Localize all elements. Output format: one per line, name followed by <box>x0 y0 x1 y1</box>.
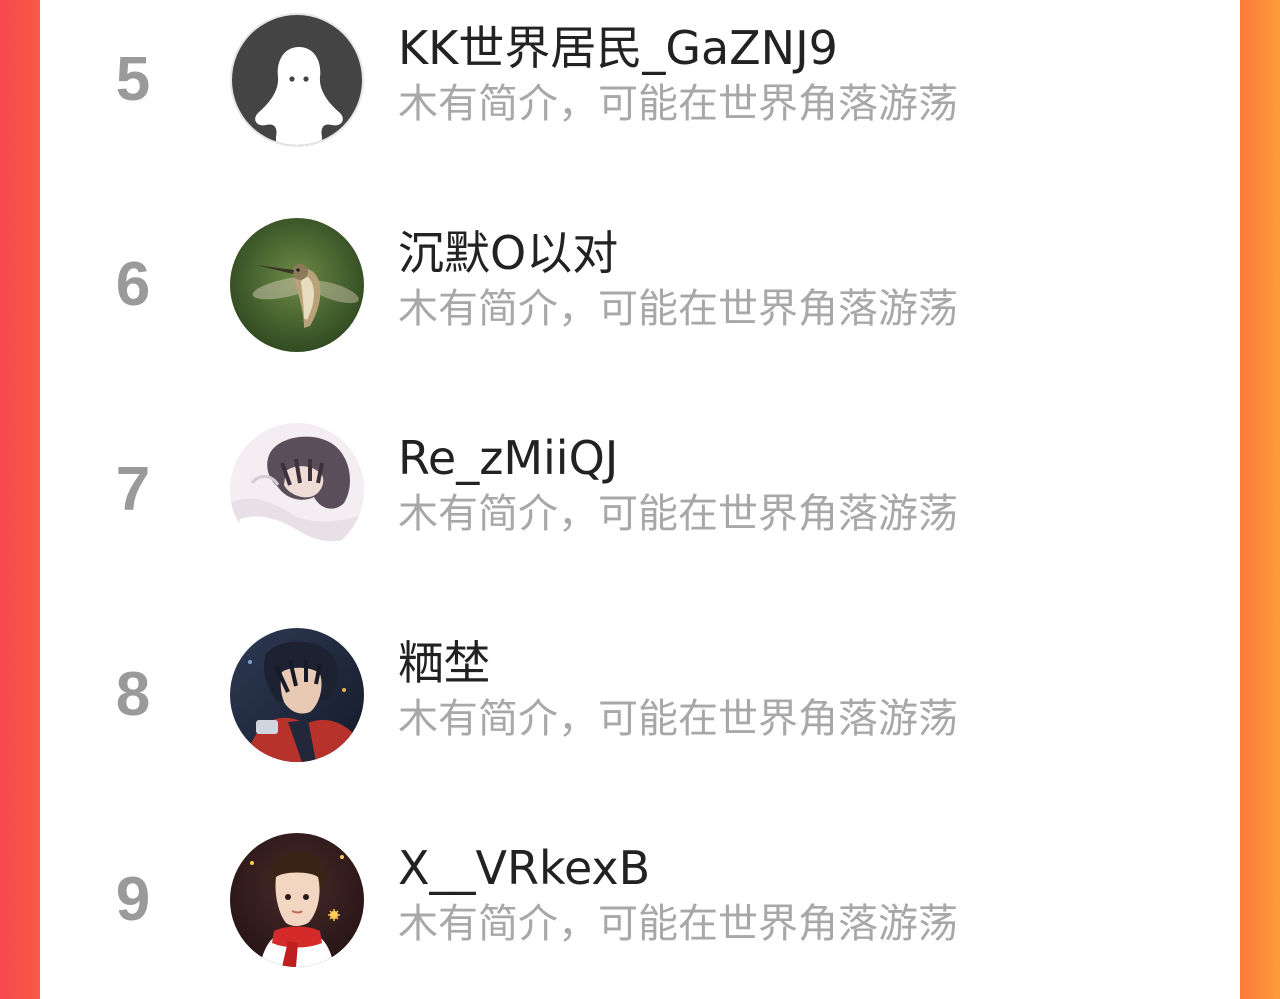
user-bio: 木有简介，可能在世界角落游荡 <box>398 286 958 332</box>
list-item[interactable]: 6 沉默O以对 木有简介，可能在世界角落游荡 <box>40 205 1240 410</box>
avatar[interactable] <box>230 833 364 967</box>
rank-number: 8 <box>115 660 151 729</box>
rank-number: 6 <box>115 250 151 319</box>
user-bio: 木有简介，可能在世界角落游荡 <box>398 81 958 127</box>
anime-sleeping-boy-avatar-icon <box>230 423 364 557</box>
user-name[interactable]: X__VRkexB <box>398 838 650 898</box>
list-item[interactable]: 9 X__VRkexB 木有简介，可能在世界角落游荡 <box>40 820 1240 999</box>
rank-number: 9 <box>115 865 151 934</box>
cartoon-boy-red-scarf-avatar-icon <box>230 833 364 967</box>
rank-number: 5 <box>115 45 151 114</box>
default-ghost-avatar-icon <box>232 15 362 145</box>
avatar[interactable] <box>230 423 364 557</box>
user-name[interactable]: 粞埜 <box>398 633 490 693</box>
ranking-list: 5 KK世界居民_GaZNJ9 木有简介，可能在世界角落游荡 6 沉默O以对 木… <box>40 0 1240 999</box>
user-name[interactable]: Re_zMiiQJ <box>398 428 618 488</box>
user-name[interactable]: 沉默O以对 <box>398 223 618 283</box>
avatar[interactable] <box>230 218 364 352</box>
user-bio: 木有简介，可能在世界角落游荡 <box>398 696 958 742</box>
anime-man-scarf-avatar-icon <box>230 628 364 762</box>
ranking-panel: 5 KK世界居民_GaZNJ9 木有简介，可能在世界角落游荡 6 沉默O以对 木… <box>40 0 1240 999</box>
avatar[interactable] <box>230 13 364 147</box>
user-name[interactable]: KK世界居民_GaZNJ9 <box>398 18 838 78</box>
user-bio: 木有简介，可能在世界角落游荡 <box>398 901 958 947</box>
hummingbird-photo-avatar-icon <box>230 218 364 352</box>
list-item[interactable]: 5 KK世界居民_GaZNJ9 木有简介，可能在世界角落游荡 <box>40 0 1240 205</box>
user-bio: 木有简介，可能在世界角落游荡 <box>398 491 958 537</box>
avatar[interactable] <box>230 628 364 762</box>
list-item[interactable]: 8 粞埜 木有简介，可能在世界角落游荡 <box>40 615 1240 820</box>
rank-number: 7 <box>115 455 151 524</box>
list-item[interactable]: 7 Re_zMiiQJ 木有简介，可能在世界角落游荡 <box>40 410 1240 615</box>
